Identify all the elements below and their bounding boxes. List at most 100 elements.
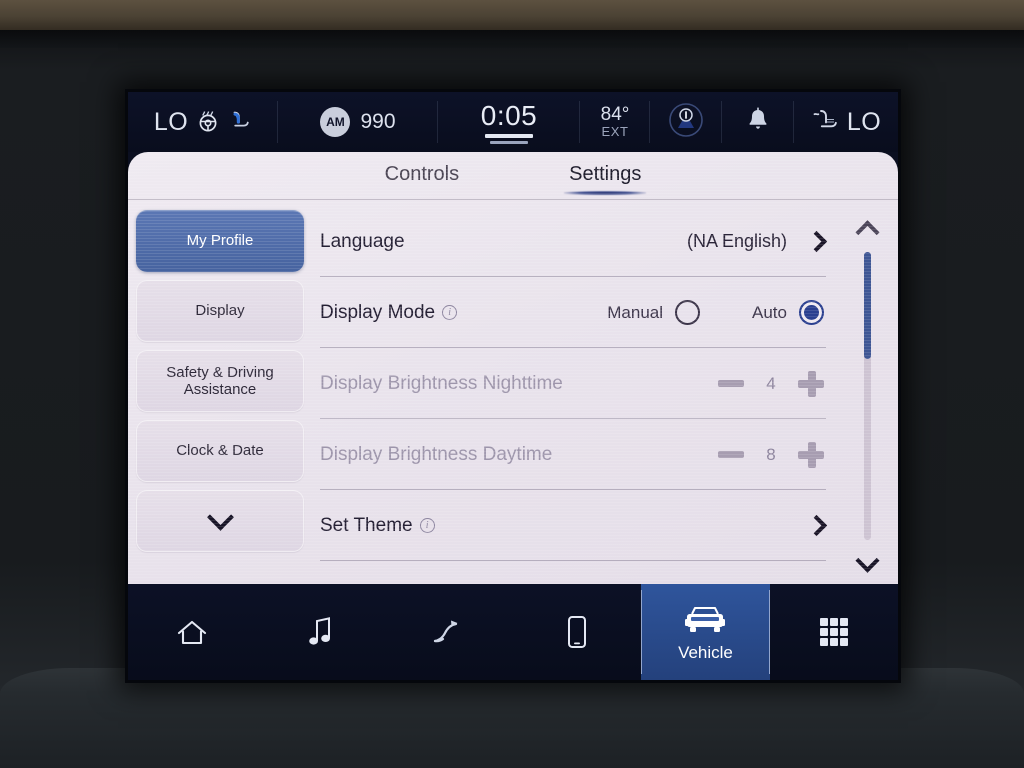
settings-panel: Controls Settings My Profile Display Saf… xyxy=(128,152,898,584)
status-bar: LO AM 990 0:05 84° EXT LO xyxy=(128,92,898,152)
ventilated-seat-icon xyxy=(228,108,252,137)
info-icon[interactable]: i xyxy=(442,305,458,320)
decrement-icon[interactable] xyxy=(718,451,744,458)
panel-tabs: Controls Settings xyxy=(128,152,898,200)
setting-label: Language xyxy=(320,231,405,253)
radio-button-auto[interactable] xyxy=(799,300,824,325)
scrollbar-track[interactable] xyxy=(863,252,871,540)
increment-icon[interactable] xyxy=(798,370,824,397)
notifications-button[interactable] xyxy=(722,92,794,152)
tab-settings[interactable]: Settings xyxy=(564,163,647,195)
radio-button-manual[interactable] xyxy=(675,300,701,325)
nav-item-media[interactable] xyxy=(256,584,384,680)
sidebar-item-display[interactable]: Display xyxy=(136,280,304,342)
clock-indicator-bars xyxy=(485,134,533,144)
setting-label-text: Display Mode xyxy=(320,301,436,323)
clock-display[interactable]: 0:05 xyxy=(438,92,580,152)
chevron-down-icon xyxy=(206,503,234,531)
display-mode-auto-option[interactable]: Auto xyxy=(752,300,824,325)
settings-rows: Language (NA English) Display Mode i Man… xyxy=(304,206,836,584)
sidebar-item-label: Display xyxy=(195,302,245,320)
tab-controls[interactable]: Controls xyxy=(385,163,459,189)
setting-label-text: Set Theme xyxy=(320,514,413,536)
radio-status[interactable]: AM 990 xyxy=(278,92,438,152)
screen-bezel-shadow xyxy=(0,30,1024,48)
passenger-climate-status[interactable]: LO xyxy=(794,92,898,152)
sidebar-item-my-profile[interactable]: My Profile xyxy=(136,210,304,272)
dashboard-wood-trim xyxy=(0,0,1024,30)
increment-icon[interactable] xyxy=(798,441,824,468)
nav-item-vehicle[interactable]: Vehicle xyxy=(641,584,770,680)
driver-climate-status[interactable]: LO xyxy=(128,92,278,152)
clock-value: 0:05 xyxy=(480,100,538,131)
decrement-icon[interactable] xyxy=(718,380,744,387)
radio-frequency: 990 xyxy=(360,110,396,133)
vehicle-icon xyxy=(679,601,731,639)
brightness-daytime-stepper: 8 xyxy=(718,441,824,468)
nav-item-navigation[interactable] xyxy=(385,584,513,680)
chevron-down-icon xyxy=(854,548,880,573)
scrollbar-thumb[interactable] xyxy=(863,252,871,359)
row-divider xyxy=(320,560,826,561)
setting-row-brightness-daytime: Display Brightness Daytime 8 xyxy=(320,419,832,490)
sidebar-item-label: Clock & Date xyxy=(176,442,264,460)
settings-sidebar: My Profile Display Safety & Driving Assi… xyxy=(128,206,304,584)
vehicle-dashboard: LO AM 990 0:05 84° EXT LO Controls Setti… xyxy=(0,0,1024,768)
phone-icon xyxy=(565,613,589,651)
setting-label: Display Brightness Daytime xyxy=(320,444,552,466)
brightness-nighttime-stepper: 4 xyxy=(718,370,824,397)
active-tab-indicator xyxy=(564,191,647,195)
bottom-navigation-bar: Vehicle xyxy=(128,584,898,680)
stepper-value: 8 xyxy=(766,444,776,464)
setting-label: Set Theme i xyxy=(320,515,435,537)
setting-label-text: Language xyxy=(320,230,405,252)
scroll-down-button[interactable] xyxy=(854,546,880,580)
setting-row-brightness-nighttime: Display Brightness Nighttime 4 xyxy=(320,348,832,419)
home-icon xyxy=(175,613,209,651)
radio-label: Auto xyxy=(752,302,787,322)
tab-settings-label: Settings xyxy=(569,163,642,185)
exterior-temp-label: EXT xyxy=(601,124,629,140)
center-console-lip xyxy=(0,668,1024,768)
driver-assist-status[interactable] xyxy=(650,92,722,152)
radio-band-badge: AM xyxy=(320,107,351,137)
chevron-right-icon[interactable] xyxy=(805,514,828,537)
stepper-value: 4 xyxy=(766,373,776,393)
driver-temp-value: LO xyxy=(153,107,189,136)
settings-scrollbar[interactable] xyxy=(836,206,898,584)
panel-body: My Profile Display Safety & Driving Assi… xyxy=(128,200,898,584)
setting-row-set-theme[interactable]: Set Theme i xyxy=(320,490,832,561)
display-mode-manual-option[interactable]: Manual xyxy=(607,300,701,325)
chevron-right-icon[interactable] xyxy=(805,230,828,253)
infotainment-screen: LO AM 990 0:05 84° EXT LO Controls Setti… xyxy=(128,92,898,680)
seat-climate-icon xyxy=(811,107,841,138)
bell-icon xyxy=(745,106,771,139)
radio-label: Manual xyxy=(607,302,664,322)
sidebar-more-button[interactable] xyxy=(136,490,304,552)
setting-control xyxy=(803,514,832,537)
setting-row-display-mode[interactable]: Display Mode i Manual Auto xyxy=(320,277,832,348)
setting-control: 4 xyxy=(718,370,832,397)
sidebar-item-label: My Profile xyxy=(186,232,254,250)
sidebar-item-safety-driving-assistance[interactable]: Safety & Driving Assistance xyxy=(136,350,304,412)
music-note-icon xyxy=(305,613,335,651)
setting-row-language[interactable]: Language (NA English) xyxy=(320,206,832,277)
apps-grid-icon xyxy=(817,613,851,651)
nav-item-label: Vehicle xyxy=(678,643,733,662)
sidebar-item-clock-date[interactable]: Clock & Date xyxy=(136,420,304,482)
setting-control: Manual Auto xyxy=(607,300,832,325)
setting-label-text: Display Brightness Daytime xyxy=(320,443,553,465)
nav-item-apps[interactable] xyxy=(770,584,898,680)
setting-label: Display Brightness Nighttime xyxy=(320,373,563,395)
chevron-up-icon xyxy=(854,219,880,244)
passenger-temp-value: LO xyxy=(846,107,882,136)
info-icon[interactable]: i xyxy=(419,518,435,533)
navigation-arrow-icon xyxy=(429,613,469,651)
language-value: (NA English) xyxy=(686,231,787,252)
tab-controls-label: Controls xyxy=(384,163,460,185)
nav-item-phone[interactable] xyxy=(513,584,641,680)
scroll-up-button[interactable] xyxy=(854,212,880,246)
nav-item-home[interactable] xyxy=(128,584,256,680)
setting-label: Display Mode i xyxy=(320,301,458,324)
setting-label-text: Display Brightness Nighttime xyxy=(320,372,563,394)
